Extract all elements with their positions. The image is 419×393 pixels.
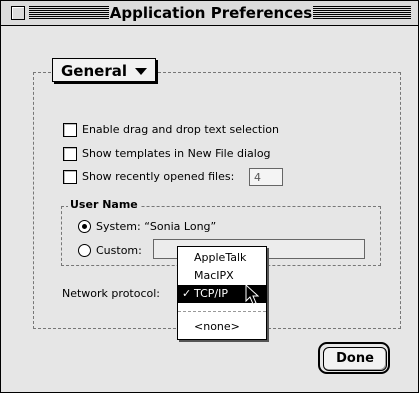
title-bar-stripes-left [29, 6, 109, 19]
menu-separator [178, 311, 266, 312]
recent-files-label: Show recently opened files: [82, 170, 235, 183]
system-radio[interactable] [78, 220, 91, 233]
drag-drop-label: Enable drag and drop text selection [82, 123, 280, 136]
menu-item-label: AppleTalk [194, 251, 247, 264]
window-title: Application Preferences [109, 3, 313, 23]
recent-files-checkbox[interactable] [63, 170, 77, 184]
menu-item-label: <none> [194, 320, 240, 333]
system-name-label: System: “Sonia Long” [96, 220, 217, 233]
menu-item-appletalk[interactable]: AppleTalk [178, 249, 266, 267]
menu-item-label: MacIPX [194, 269, 234, 282]
custom-radio[interactable] [78, 244, 91, 257]
panel-popup-label: General [61, 62, 127, 80]
menu-item-label: TCP/IP [194, 287, 228, 300]
arrow-cursor-icon [245, 284, 260, 305]
network-protocol-label: Network protocol: [62, 287, 161, 300]
done-button[interactable]: Done [323, 347, 387, 371]
triangle-down-icon [135, 68, 147, 75]
drag-drop-checkbox[interactable] [63, 123, 77, 137]
checkmark-icon: ✓ [182, 287, 192, 300]
user-name-group-title: User Name [68, 198, 140, 212]
title-bar[interactable]: Application Preferences [1, 1, 418, 26]
panel-popup[interactable]: General [52, 58, 156, 82]
menu-item-none[interactable]: <none> [178, 318, 266, 336]
done-button-frame: Done [318, 342, 390, 374]
templates-label: Show templates in New File dialog [82, 147, 271, 160]
menu-item-macipx[interactable]: MacIPX [178, 267, 266, 285]
custom-name-label: Custom: [96, 244, 142, 257]
title-bar-stripes-right [313, 6, 411, 19]
recent-files-count-field[interactable]: 4 [249, 168, 283, 186]
close-box[interactable] [11, 6, 25, 20]
templates-checkbox[interactable] [63, 147, 77, 161]
